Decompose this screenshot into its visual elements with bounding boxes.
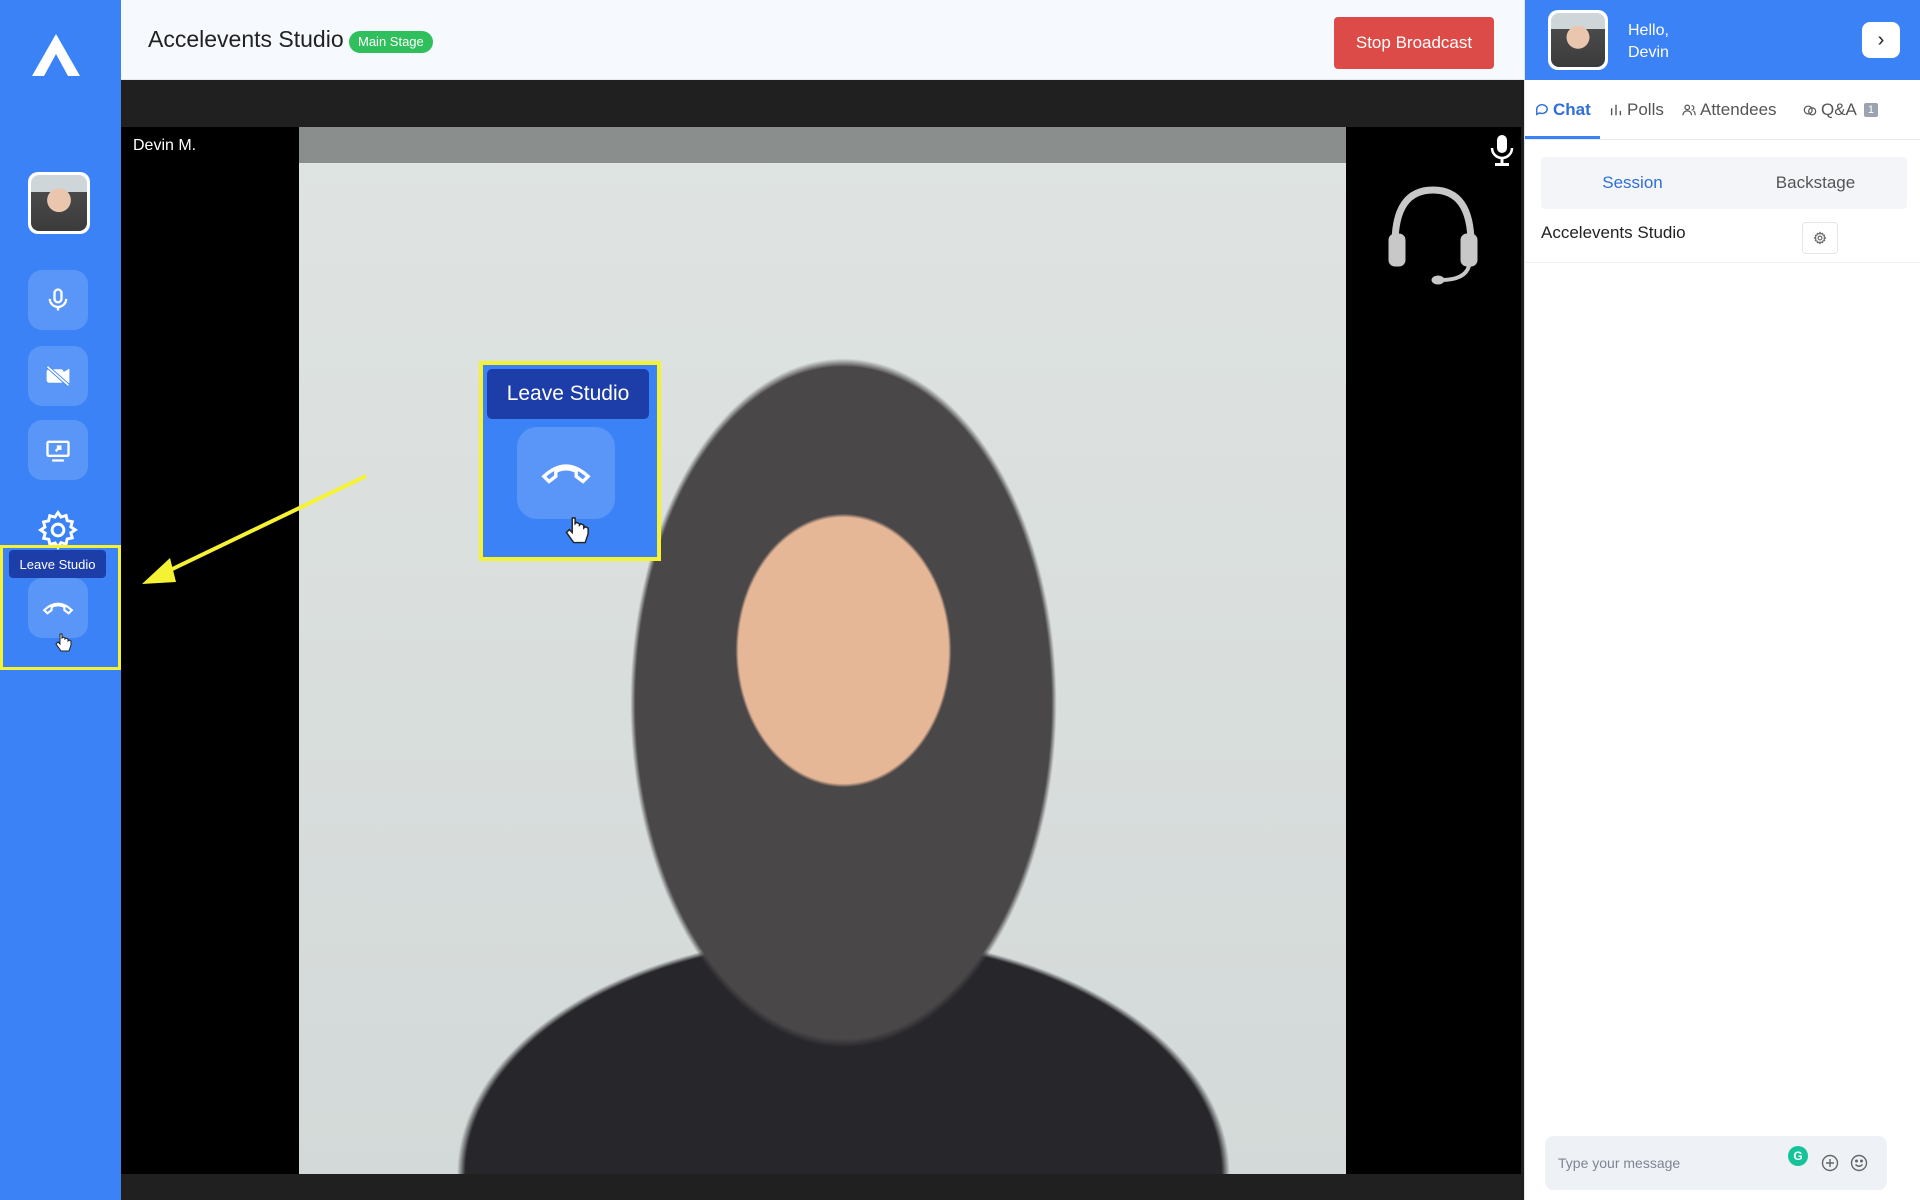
grammarly-icon[interactable]: G bbox=[1788, 1146, 1808, 1166]
leave-studio-tooltip: Leave Studio bbox=[9, 550, 106, 578]
tab-qa-label: Q&A bbox=[1821, 100, 1857, 119]
active-tab-underline bbox=[1525, 136, 1600, 139]
headphones-icon bbox=[1388, 186, 1478, 285]
tab-polls-label: Polls bbox=[1627, 100, 1664, 119]
qa-count-badge: 1 bbox=[1863, 103, 1879, 117]
microphone-button[interactable] bbox=[28, 270, 88, 330]
greeting-hello: Hello, bbox=[1628, 22, 1669, 39]
divider bbox=[1525, 262, 1920, 263]
hangup-icon bbox=[541, 464, 591, 484]
stop-broadcast-button[interactable]: Stop Broadcast bbox=[1334, 17, 1494, 69]
expand-panel-button[interactable]: › bbox=[1862, 22, 1900, 58]
microphone-icon bbox=[48, 288, 68, 311]
callout-leave-button bbox=[517, 427, 615, 519]
hangup-icon bbox=[42, 602, 74, 615]
tab-qa[interactable]: Q&A 1 bbox=[1803, 100, 1879, 120]
chat-settings-button[interactable] bbox=[1802, 222, 1838, 254]
user-header: Hello, Devin › bbox=[1525, 0, 1920, 80]
segment-session[interactable]: Session bbox=[1541, 157, 1724, 209]
greeting-name: Devin bbox=[1628, 44, 1669, 61]
accelevents-logo[interactable] bbox=[30, 32, 82, 78]
user-avatar[interactable] bbox=[1548, 10, 1608, 70]
camera-toggle-button[interactable] bbox=[28, 346, 88, 406]
leave-studio-button[interactable] bbox=[28, 578, 88, 638]
share-screen-button[interactable] bbox=[28, 420, 88, 480]
page-title: Accelevents Studio bbox=[148, 26, 344, 52]
tab-attendees[interactable]: Attendees bbox=[1682, 100, 1777, 120]
panel-tabs: Chat Polls Attendees Q&A 1 bbox=[1525, 88, 1920, 140]
greeting: Hello, Devin bbox=[1628, 20, 1669, 64]
hand-cursor-icon bbox=[55, 633, 72, 652]
hand-cursor-icon bbox=[565, 517, 589, 544]
microphone-icon bbox=[1490, 135, 1514, 166]
right-panel: Hello, Devin › Chat Polls Attendees Q&A … bbox=[1524, 0, 1920, 1200]
bar-chart-icon bbox=[1610, 104, 1622, 116]
message-input[interactable] bbox=[1558, 1150, 1778, 1176]
left-sidebar: Leave Studio bbox=[0, 0, 121, 1200]
segment-backstage[interactable]: Backstage bbox=[1724, 157, 1907, 209]
video-tile: Devin M. bbox=[121, 127, 1521, 1174]
gear-icon bbox=[1813, 231, 1827, 245]
chat-segment-control: Session Backstage bbox=[1541, 157, 1907, 209]
chevron-right-icon: › bbox=[1877, 28, 1885, 51]
tab-polls[interactable]: Polls bbox=[1609, 100, 1664, 120]
chat-icon bbox=[1536, 104, 1548, 116]
leave-studio-callout: Leave Studio bbox=[479, 361, 661, 561]
camera-off-icon bbox=[46, 365, 70, 387]
main-stage-badge: Main Stage bbox=[349, 31, 433, 53]
message-composer: G bbox=[1545, 1136, 1887, 1190]
chat-room-title: Accelevents Studio bbox=[1541, 223, 1686, 242]
top-header: Accelevents Studio Main Stage Stop Broad… bbox=[121, 0, 1659, 80]
tab-attendees-label: Attendees bbox=[1700, 100, 1777, 119]
speaker-name: Devin M. bbox=[133, 137, 197, 154]
participant-video bbox=[299, 127, 1346, 1174]
pointer-arrow-icon bbox=[142, 474, 367, 584]
share-screen-icon bbox=[46, 440, 70, 462]
question-chat-icon bbox=[1803, 105, 1817, 116]
callout-tooltip: Leave Studio bbox=[487, 369, 649, 419]
user-avatar[interactable] bbox=[28, 172, 90, 234]
add-attachment-icon[interactable] bbox=[1820, 1153, 1840, 1173]
tab-chat[interactable]: Chat bbox=[1535, 100, 1591, 120]
emoji-icon[interactable] bbox=[1849, 1153, 1869, 1173]
video-stage: Devin M. Leave Studio bbox=[121, 80, 1524, 1200]
tab-chat-label: Chat bbox=[1553, 100, 1591, 119]
users-icon bbox=[1682, 104, 1696, 116]
